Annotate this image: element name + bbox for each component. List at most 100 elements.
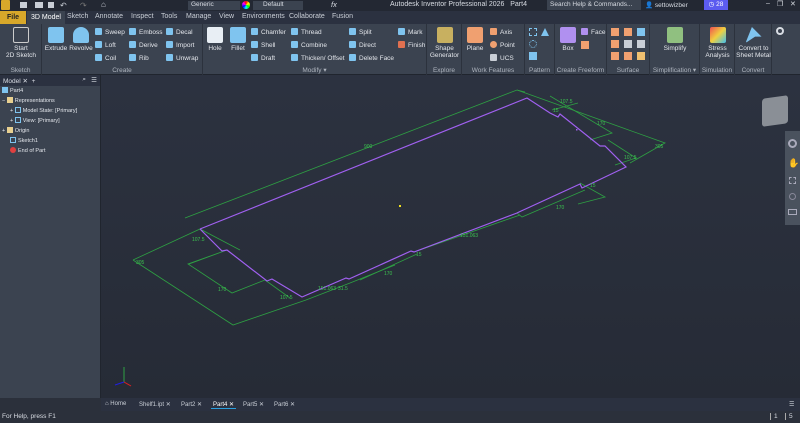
point-button[interactable]: Point [490, 41, 515, 49]
shell-button[interactable]: Shell [251, 41, 275, 49]
loft-button[interactable]: Loft [95, 41, 116, 49]
tab-collaborate[interactable]: Collaborate [289, 13, 325, 20]
app-logo-icon[interactable] [1, 0, 10, 10]
appearance-select[interactable]: Generic [188, 1, 240, 10]
delete-face-button[interactable]: Delete Face [349, 54, 394, 62]
user-menu[interactable]: 👤 settowizber [645, 1, 688, 9]
boundary-patch-icon[interactable] [611, 52, 619, 60]
decal-button[interactable]: Decal [166, 28, 193, 36]
coil-button[interactable]: Coil [95, 54, 116, 62]
material-select[interactable]: Default [253, 1, 303, 10]
mark-button[interactable]: Mark [398, 28, 422, 36]
group-label[interactable]: Modify ▾ [203, 66, 426, 74]
color-wheel-icon[interactable] [242, 1, 250, 9]
repair-bodies-icon[interactable] [637, 52, 645, 60]
tab-sketch[interactable]: Sketch [67, 13, 88, 20]
sweep-button[interactable]: Sweep [95, 28, 125, 36]
tree-item-end-of-part[interactable]: End of Part [10, 147, 46, 154]
finish-button[interactable]: Finish [398, 41, 425, 49]
undo-icon[interactable]: ↶ [60, 1, 67, 10]
graphics-window[interactable]: 900 107.5 15 170 305 107.5 15 170 151.06… [101, 75, 800, 398]
patch-icon[interactable] [624, 28, 632, 36]
shape-generator-button[interactable]: Shape Generator [428, 27, 461, 59]
stitch-icon[interactable] [611, 28, 619, 36]
browser-menu-icon[interactable]: ☰ [91, 76, 97, 84]
tree-item-model-state[interactable]: + Model State: [Primary] [10, 107, 77, 114]
split-button[interactable]: Split [349, 28, 372, 36]
chamfer-button[interactable]: Chamfer [251, 28, 286, 36]
rectangular-pattern-icon[interactable] [529, 28, 537, 36]
extend-icon[interactable] [624, 40, 632, 48]
restore-button[interactable]: ❐ [777, 0, 783, 8]
face-button[interactable]: Face [581, 28, 605, 36]
stress-analysis-button[interactable]: Stress Analysis [701, 27, 734, 59]
direct-button[interactable]: Direct [349, 41, 376, 49]
redo-icon[interactable]: ↷ [80, 1, 87, 10]
doc-tab-part6[interactable]: Part6 ✕ [274, 401, 295, 408]
tree-item-representations[interactable]: − Representations [2, 97, 55, 104]
ucs-button[interactable]: UCS [490, 54, 514, 62]
home-icon[interactable]: ⌂ [101, 0, 106, 9]
group-label[interactable]: Simplification ▾ [650, 66, 699, 74]
sculpt-icon[interactable] [637, 28, 645, 36]
tab-manage[interactable]: Manage [186, 13, 211, 20]
trial-badge[interactable]: ◷ 28 [704, 0, 728, 10]
doc-tab-part2[interactable]: Part2 ✕ [181, 401, 202, 408]
derive-button[interactable]: Derive [129, 41, 158, 49]
tab-fusion[interactable]: Fusion [332, 13, 353, 20]
convert-to-sheet-metal-button[interactable]: Convert to Sheet Metal [735, 27, 772, 59]
replace-face-icon[interactable] [637, 40, 645, 48]
thread-button[interactable]: Thread [291, 28, 322, 36]
zoom-icon[interactable] [789, 177, 796, 184]
tab-tools[interactable]: Tools [161, 13, 177, 20]
import-button[interactable]: Import [166, 41, 194, 49]
tab-annotate[interactable]: Annotate [95, 13, 123, 20]
close-button[interactable]: ✕ [790, 0, 796, 8]
start-2d-sketch-button[interactable]: Start 2D Sketch [4, 27, 38, 59]
tab-inspect[interactable]: Inspect [131, 13, 154, 20]
doc-tab-shelf1[interactable]: Shelf1.ipt ✕ [139, 401, 171, 408]
thicken-offset-button[interactable]: Thicken/ Offset [291, 54, 345, 62]
steering-wheel-icon[interactable] [788, 139, 797, 148]
tab-model[interactable]: Model [3, 78, 21, 85]
ruled-surface-icon[interactable] [624, 52, 632, 60]
circular-pattern-icon[interactable] [529, 40, 537, 48]
open-icon[interactable] [35, 2, 43, 8]
doc-tab-part5[interactable]: Part5 ✕ [243, 401, 264, 408]
emboss-button[interactable]: Emboss [129, 28, 162, 36]
pan-icon[interactable]: ✋ [788, 158, 799, 169]
mirror-icon[interactable] [541, 28, 549, 36]
doc-tab-home[interactable]: ⌂ Home [105, 401, 126, 407]
tab-environments[interactable]: Environments [242, 13, 285, 20]
extrude-button[interactable]: Extrude [44, 27, 68, 52]
box-button[interactable]: Box [557, 27, 579, 52]
save-icon[interactable] [48, 2, 54, 8]
hole-button[interactable]: Hole [205, 27, 225, 52]
tree-item-origin[interactable]: + Origin [2, 127, 29, 134]
simplify-button[interactable]: Simplify [654, 27, 696, 52]
combine-button[interactable]: Combine [291, 41, 327, 49]
minimize-button[interactable]: – [766, 0, 770, 7]
fillet-button[interactable]: Fillet [227, 27, 249, 52]
rib-button[interactable]: Rib [129, 54, 149, 62]
browser-search-icon[interactable]: ⌕ [82, 76, 86, 84]
fx-icon[interactable]: fx [331, 0, 337, 9]
convert-freeform-icon[interactable] [581, 41, 589, 49]
view-cube[interactable] [762, 95, 788, 127]
revolve-button[interactable]: Revolve [69, 27, 93, 52]
document-menu-icon[interactable]: ☰ [789, 401, 794, 408]
sketch-profile[interactable] [199, 97, 628, 298]
plane-button[interactable]: Plane [464, 27, 486, 52]
tree-item-sketch1[interactable]: Sketch1 [10, 137, 38, 144]
ribbon-settings-icon[interactable] [776, 27, 784, 35]
sketch-driven-pattern-icon[interactable] [529, 52, 537, 60]
tab-file[interactable]: File [0, 11, 26, 24]
search-help-input[interactable]: Search Help & Commands... [547, 0, 641, 10]
new-icon[interactable] [20, 2, 27, 8]
unwrap-button[interactable]: Unwrap [166, 54, 198, 62]
doc-tab-part4[interactable]: Part4 ✕ [211, 401, 237, 409]
look-at-icon[interactable] [788, 209, 797, 215]
draft-button[interactable]: Draft [251, 54, 275, 62]
tree-item-part4[interactable]: Part4 [2, 87, 23, 94]
trim-icon[interactable] [611, 40, 619, 48]
